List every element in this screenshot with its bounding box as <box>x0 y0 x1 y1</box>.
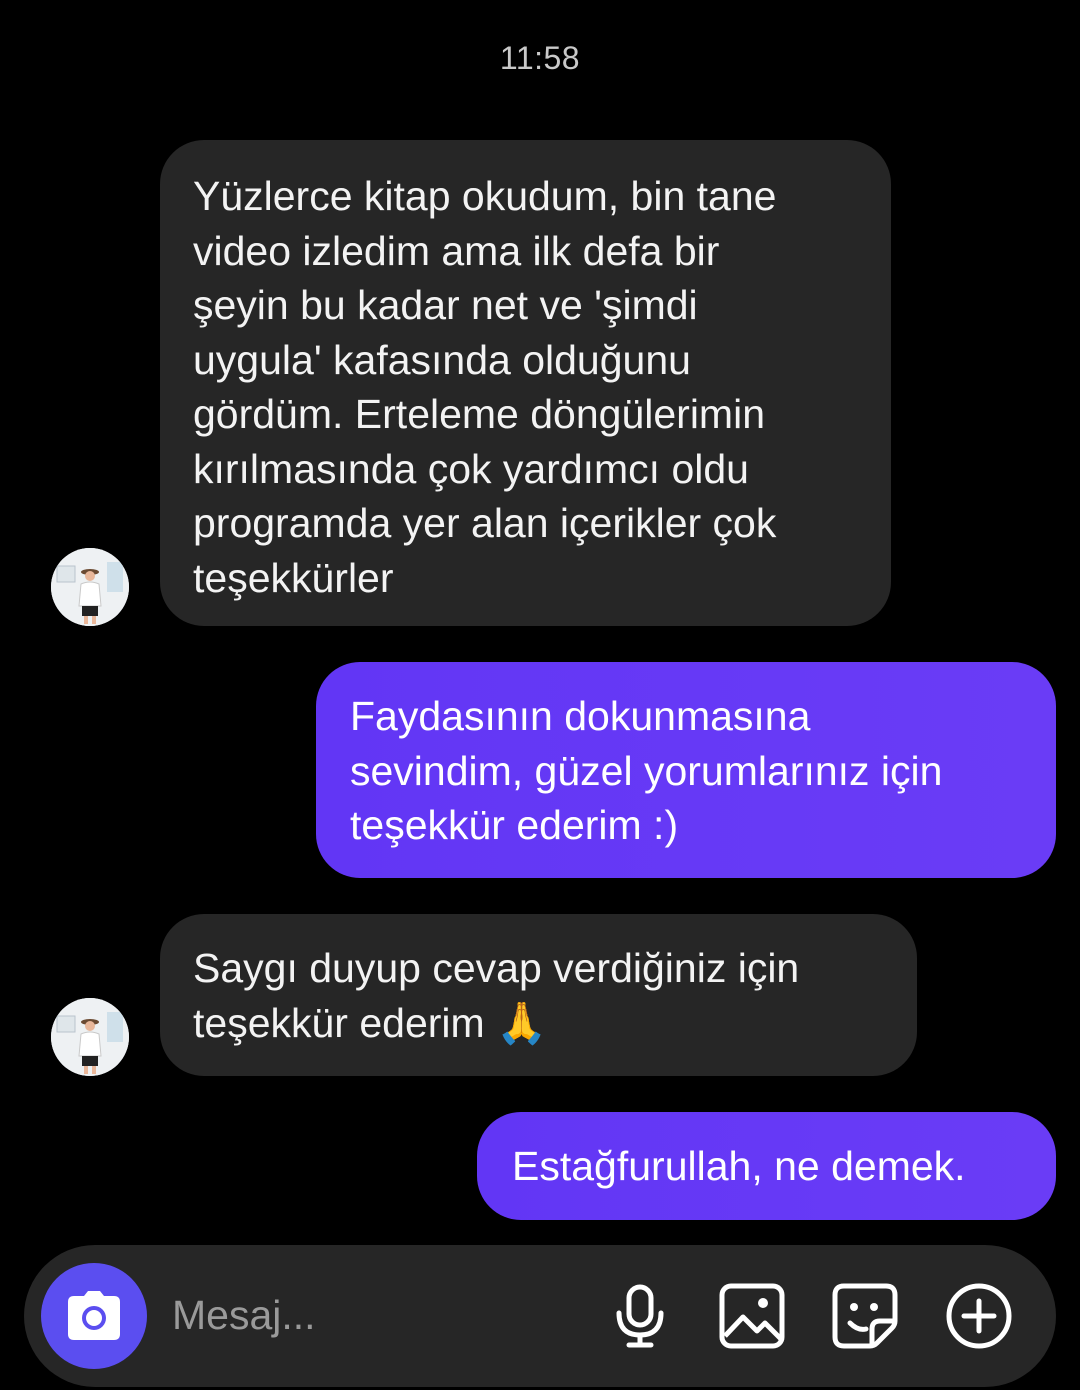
outgoing-message[interactable]: Faydasının dokunmasına sevindim, güzel y… <box>316 662 1056 878</box>
microphone-button[interactable] <box>605 1281 675 1351</box>
incoming-message[interactable]: Yüzlerce kitap okudum, bin tane video iz… <box>160 140 891 626</box>
sticker-icon <box>832 1283 898 1349</box>
incoming-message[interactable]: Saygı duyup cevap verdiğiniz için teşekk… <box>160 914 917 1076</box>
microphone-icon <box>616 1284 664 1348</box>
more-options-button[interactable] <box>944 1281 1014 1351</box>
sender-avatar[interactable] <box>51 998 129 1076</box>
sticker-button[interactable] <box>830 1281 900 1351</box>
message-input[interactable] <box>172 1285 572 1345</box>
message-timestamp: 11:58 <box>499 40 581 76</box>
outgoing-message[interactable]: Estağfurullah, ne demek. <box>477 1112 1056 1220</box>
camera-button[interactable] <box>41 1263 147 1369</box>
message-composer <box>24 1245 1056 1387</box>
gallery-icon <box>719 1283 785 1349</box>
sender-avatar[interactable] <box>51 548 129 626</box>
gallery-button[interactable] <box>717 1281 787 1351</box>
plus-icon <box>946 1283 1012 1349</box>
camera-icon <box>68 1291 120 1340</box>
